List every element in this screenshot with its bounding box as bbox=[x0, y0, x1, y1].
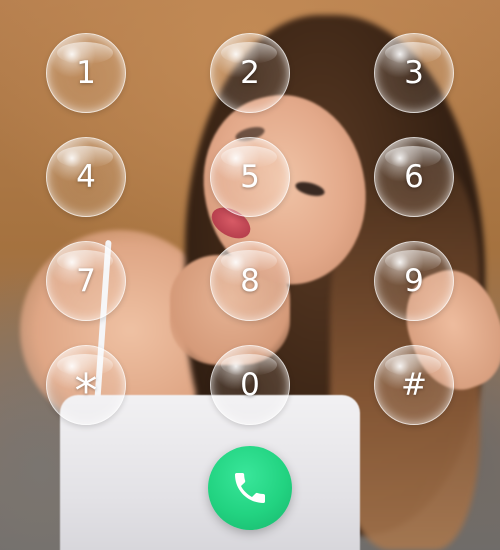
dial-key-label: 3 bbox=[404, 55, 424, 91]
dial-key-4[interactable]: 4 bbox=[46, 137, 126, 217]
dial-key-star[interactable]: * bbox=[46, 345, 126, 425]
dial-key-label: 7 bbox=[76, 263, 96, 299]
dial-key-7[interactable]: 7 bbox=[46, 241, 126, 321]
dial-key-label: 2 bbox=[240, 55, 260, 91]
dial-key-label: 9 bbox=[404, 263, 424, 299]
dial-key-label: * bbox=[74, 364, 98, 418]
dial-key-label: 8 bbox=[240, 263, 260, 299]
dial-key-6[interactable]: 6 bbox=[374, 137, 454, 217]
call-button[interactable] bbox=[208, 446, 292, 530]
dial-key-9[interactable]: 9 bbox=[374, 241, 454, 321]
dial-pad: 1 2 3 4 5 6 7 8 9 * 0 # bbox=[0, 0, 500, 550]
phone-icon bbox=[235, 473, 265, 503]
dial-key-label: 1 bbox=[76, 55, 96, 91]
dial-key-label: 4 bbox=[76, 159, 96, 195]
dial-key-1[interactable]: 1 bbox=[46, 33, 126, 113]
dial-key-5[interactable]: 5 bbox=[210, 137, 290, 217]
dial-key-2[interactable]: 2 bbox=[210, 33, 290, 113]
dial-key-hash[interactable]: # bbox=[374, 345, 454, 425]
dial-key-8[interactable]: 8 bbox=[210, 241, 290, 321]
dial-key-label: 0 bbox=[240, 367, 260, 403]
dial-key-label: 6 bbox=[404, 159, 424, 195]
dial-key-label: 5 bbox=[240, 159, 260, 195]
dial-key-0[interactable]: 0 bbox=[210, 345, 290, 425]
dial-key-label: # bbox=[401, 367, 427, 403]
dial-key-3[interactable]: 3 bbox=[374, 33, 454, 113]
